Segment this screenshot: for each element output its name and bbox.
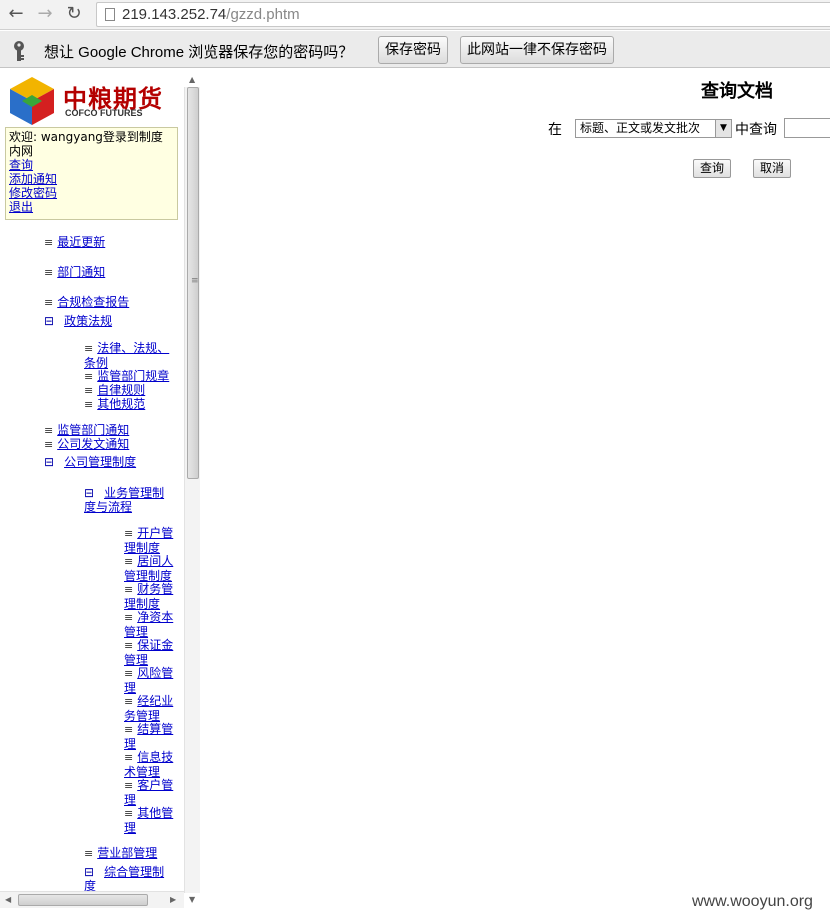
tree-item-biz-capital: ≡ 净资本管理 <box>124 610 174 639</box>
key-icon <box>14 41 24 61</box>
scroll-right-arrow-icon[interactable]: ▶ <box>170 895 176 904</box>
tree-item-policy-selfreg: ≡ 自律规则 <box>84 383 146 397</box>
in-label: 在 <box>548 122 562 138</box>
leaf-icon: ≡ <box>44 296 54 309</box>
collapse-icon[interactable]: ⊟ <box>44 455 54 469</box>
left-navigation-frame: 中粮期货 COFCO FUTURES 欢迎: wangyang登录到制度内网 查… <box>0 69 201 913</box>
leaf-icon: ≡ <box>124 751 134 764</box>
leaf-icon: ≡ <box>84 847 94 860</box>
tree-item-biz-margin: ≡ 保证金管理 <box>124 638 174 667</box>
leaf-icon: ≡ <box>124 807 134 820</box>
tree-item-policy-regulation: ≡ 监管部门规章 <box>84 369 170 383</box>
collapse-icon[interactable]: ⊟ <box>84 486 94 500</box>
search-field-select[interactable]: 标题、正文或发文批次 ▼ <box>575 119 732 138</box>
never-save-password-button[interactable]: 此网站一律不保存密码 <box>460 36 614 64</box>
change-password-link[interactable]: 修改密码 <box>9 186 174 200</box>
vertical-scroll-thumb[interactable]: ≡ <box>187 87 199 479</box>
search-document-frame: 查询文档 在 标题、正文或发文批次 ▼ 中查询 查询 取消 <box>201 69 830 913</box>
forward-arrow-icon[interactable]: → <box>33 3 57 25</box>
cancel-button[interactable]: 取消 <box>753 159 792 178</box>
welcome-text: 欢迎: wangyang登录到制度内网 <box>9 130 163 158</box>
leaf-icon: ≡ <box>44 266 54 279</box>
tree-item-biz-brokerage: ≡ 经纪业务管理 <box>124 694 174 723</box>
url-text: 219.143.252.74/gzzd.phtm <box>122 6 300 23</box>
leaf-icon: ≡ <box>84 370 94 383</box>
tree-item-compliance: ≡ 合规检查报告 <box>44 295 130 309</box>
tree-item-company-mgmt: ⊟ 公司管理制度 <box>44 455 137 469</box>
watermark-text: www.wooyun.org <box>692 893 813 910</box>
tree-item-general-mgmt: ⊟ 综合管理制度 <box>84 865 165 893</box>
logout-link[interactable]: 退出 <box>9 200 174 214</box>
reload-icon[interactable]: ↻ <box>62 3 86 25</box>
tree-item-business-mgmt: ⊟ 业务管理制度与流程 <box>84 486 165 514</box>
leaf-icon: ≡ <box>124 583 134 596</box>
leaf-icon: ≡ <box>44 236 54 249</box>
tree-item-reg-notice: ≡ 监管部门通知 <box>44 423 130 437</box>
scroll-up-arrow-icon[interactable]: ▲ <box>189 75 195 84</box>
logo-cube-icon <box>10 77 54 125</box>
tree-item-company-notice: ≡ 公司发文通知 <box>44 437 130 451</box>
query-input[interactable] <box>784 118 830 138</box>
infobar-prompt: 想让 Google Chrome 浏览器保存您的密码吗？ <box>44 44 354 61</box>
leaf-icon: ≡ <box>124 527 134 540</box>
grip-icon: ≡ <box>191 276 199 286</box>
leaf-icon: ≡ <box>44 424 54 437</box>
user-panel: 欢迎: wangyang登录到制度内网 查询 添加通知 修改密码 退出 <box>5 127 178 220</box>
leaf-icon: ≡ <box>84 384 94 397</box>
horizontal-scroll-thumb[interactable] <box>18 894 148 906</box>
tree-item-biz-intermediary: ≡ 居间人管理制度 <box>124 554 174 583</box>
logo-english-name: COFCO FUTURES <box>65 108 143 118</box>
tree-item-biz-other: ≡ 其他管理 <box>124 806 174 835</box>
tree-item-biz-finance: ≡ 财务管理制度 <box>124 582 174 611</box>
company-logo: 中粮期货 COFCO FUTURES <box>6 75 176 127</box>
tree-item-dept-notice: ≡ 部门通知 <box>44 265 106 279</box>
tree-item-biz-risk: ≡ 风险管理 <box>124 666 174 695</box>
chevron-down-icon[interactable]: ▼ <box>715 120 731 137</box>
add-notice-link[interactable]: 添加通知 <box>9 172 174 186</box>
address-bar[interactable]: 219.143.252.74/gzzd.phtm <box>96 2 830 27</box>
tree-item-biz-it: ≡ 信息技术管理 <box>124 750 174 779</box>
back-arrow-icon[interactable]: ← <box>4 3 28 25</box>
page-title: 查询文档 <box>701 81 773 102</box>
collapse-icon[interactable]: ⊟ <box>84 865 94 879</box>
scroll-down-arrow-icon[interactable]: ▼ <box>189 895 195 904</box>
leaf-icon: ≡ <box>124 555 134 568</box>
save-password-infobar: 想让 Google Chrome 浏览器保存您的密码吗？ 保存密码 此网站一律不… <box>0 31 830 68</box>
tree-item-policy: ⊟ 政策法规 <box>44 314 113 328</box>
leaf-icon: ≡ <box>124 695 134 708</box>
tree-item-recent: ≡ 最近更新 <box>44 235 106 249</box>
leaf-icon: ≡ <box>84 398 94 411</box>
tree-item-policy-law: ≡ 法律、法规、条例 <box>84 341 170 370</box>
scroll-left-arrow-icon[interactable]: ◀ <box>5 895 11 904</box>
collapse-icon[interactable]: ⊟ <box>44 314 54 328</box>
tree-item-biz-account: ≡ 开户管理制度 <box>124 526 174 555</box>
browser-toolbar: ← → ↻ 219.143.252.74/gzzd.phtm <box>0 0 830 30</box>
query-label: 中查询 <box>735 122 777 138</box>
tree-item-biz-customer: ≡ 客户管理 <box>124 778 174 807</box>
leaf-icon: ≡ <box>124 639 134 652</box>
leaf-icon: ≡ <box>124 779 134 792</box>
vertical-scrollbar[interactable]: ▲ ≡ ▼ <box>184 75 200 904</box>
search-field-selected: 标题、正文或发文批次 <box>580 121 701 135</box>
leaf-icon: ≡ <box>124 667 134 680</box>
horizontal-scrollbar[interactable]: ◀ ▶ <box>0 891 184 908</box>
page-icon <box>105 8 115 21</box>
search-button[interactable]: 查询 <box>693 159 732 178</box>
save-password-button[interactable]: 保存密码 <box>378 36 448 64</box>
leaf-icon: ≡ <box>84 342 94 355</box>
tree-item-branch-mgmt: ≡ 营业部管理 <box>84 846 158 860</box>
leaf-icon: ≡ <box>44 438 54 451</box>
leaf-icon: ≡ <box>124 611 134 624</box>
tree-item-biz-settlement: ≡ 结算管理 <box>124 722 174 751</box>
query-link[interactable]: 查询 <box>9 158 174 172</box>
tree-item-policy-other: ≡ 其他规范 <box>84 397 146 411</box>
leaf-icon: ≡ <box>124 723 134 736</box>
